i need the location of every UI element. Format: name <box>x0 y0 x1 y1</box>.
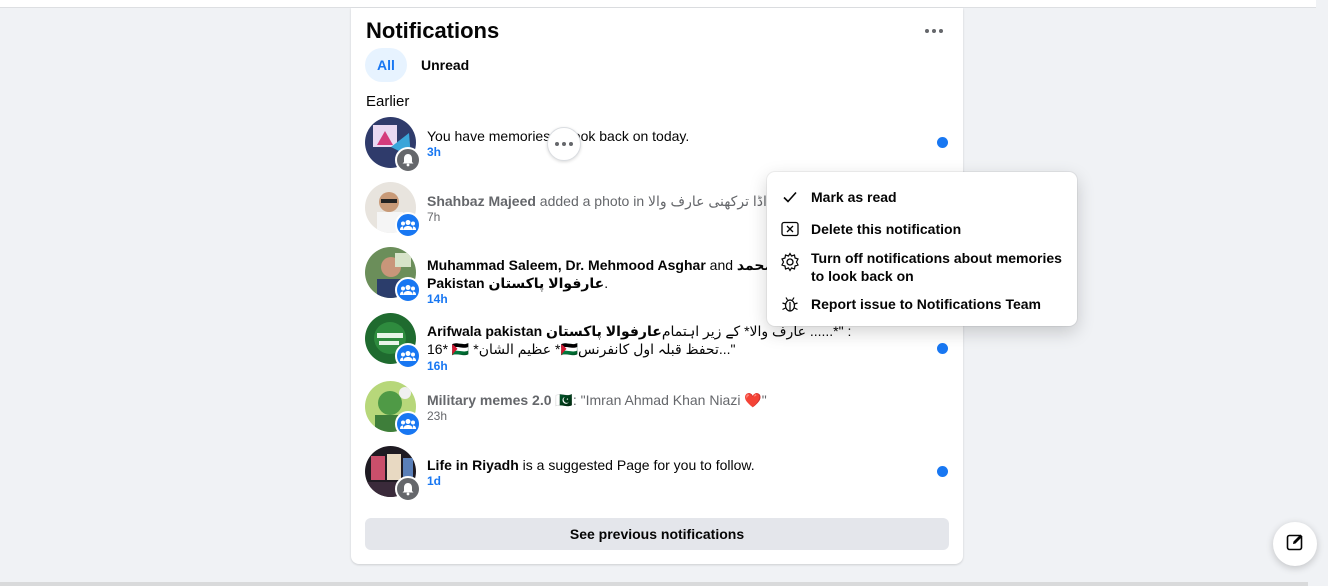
tab-unread[interactable]: Unread <box>409 48 481 82</box>
menu-item-mark-as-read[interactable]: Mark as read <box>779 186 1073 208</box>
compose-icon <box>1285 532 1305 557</box>
menu-item-report[interactable]: Report issue to Notifications Team <box>779 293 1073 315</box>
notification-text: Life in Riyadh is a suggested Page for y… <box>427 457 755 473</box>
menu-caret <box>907 163 925 172</box>
checkmark-icon <box>779 186 801 208</box>
menu-item-turn-off[interactable]: Turn off notifications about memories to… <box>779 247 1073 285</box>
notification-text: Military memes 2.0 🇵🇰: "Imran Ahmad Khan… <box>427 392 767 408</box>
group-icon <box>395 411 421 437</box>
compose-button[interactable] <box>1273 522 1317 566</box>
group-icon <box>395 343 421 369</box>
notification-time: 7h <box>427 210 441 224</box>
section-label-earlier: Earlier <box>366 93 410 110</box>
bug-icon <box>779 293 801 315</box>
notification-item[interactable]: Military memes 2.0 🇵🇰: "Imran Ahmad Khan… <box>365 381 949 441</box>
unread-dot <box>937 466 948 477</box>
group-icon <box>395 212 421 238</box>
more-dots-icon <box>555 142 573 146</box>
panel-more-button[interactable] <box>918 18 950 44</box>
notification-time: 14h <box>427 292 448 306</box>
see-previous-button[interactable]: See previous notifications <box>365 518 949 550</box>
tab-all[interactable]: All <box>365 48 407 82</box>
notification-text: You have memories to look back on today. <box>427 128 690 144</box>
notification-more-button[interactable] <box>547 127 581 161</box>
notification-context-menu: Mark as read Delete this notification Tu… <box>767 172 1077 326</box>
bell-icon <box>395 147 421 173</box>
delete-box-icon <box>779 218 801 240</box>
more-dots-icon <box>925 29 943 33</box>
group-icon <box>395 277 421 303</box>
bottom-divider <box>0 582 1308 586</box>
notification-time: 23h <box>427 409 448 423</box>
notification-item[interactable]: Life in Riyadh is a suggested Page for y… <box>365 446 949 506</box>
menu-item-delete[interactable]: Delete this notification <box>779 218 1073 240</box>
top-bar <box>0 0 1328 8</box>
bell-icon <box>395 476 421 502</box>
unread-dot <box>937 137 948 148</box>
notification-text: Arifwala pakistan عارفوالا پاکستان: "*..… <box>427 323 852 357</box>
scrollbar[interactable] <box>1316 0 1328 8</box>
page-title: Notifications <box>366 18 500 43</box>
notification-time: 3h <box>427 145 442 159</box>
notification-time: 16h <box>427 359 448 373</box>
notification-time: 1d <box>427 474 442 488</box>
notification-item[interactable]: You have memories to look back on today.… <box>365 117 949 177</box>
gear-icon <box>779 251 801 273</box>
unread-dot <box>937 343 948 354</box>
